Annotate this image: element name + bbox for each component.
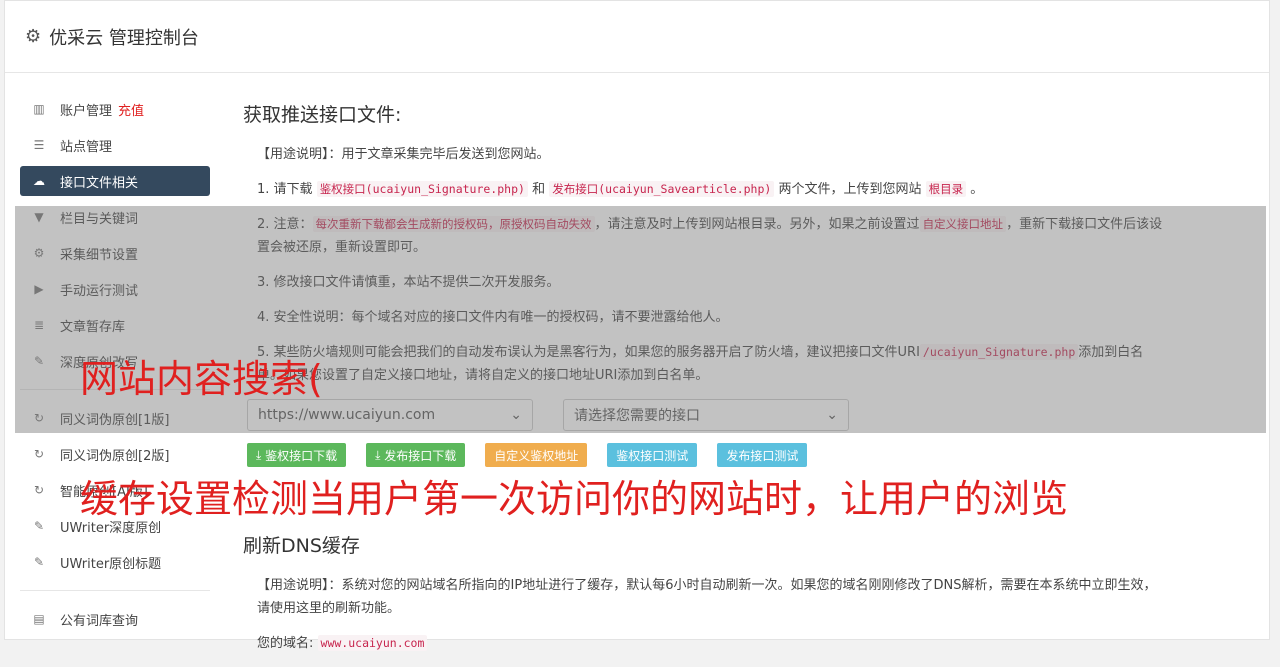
- domain-value: www.ucaiyun.com: [317, 635, 428, 651]
- section-title-dns: 刷新DNS缓存: [243, 535, 360, 557]
- download-sig-button[interactable]: ⤓ 鉴权接口下载: [247, 443, 347, 467]
- domain-label: 您的域名:: [257, 636, 314, 651]
- custom-sig-url-button[interactable]: 自定义鉴权地址: [485, 443, 588, 467]
- overlay-text-line-1: 网站内容搜索(: [80, 357, 323, 401]
- sidebar-item-label: 账户管理: [60, 103, 113, 119]
- dns-usage-note: 【用途说明】：系统对您的网站域名所指向的IP地址进行了缓存，默认每6小时自动刷新…: [257, 574, 1163, 620]
- api-select[interactable]: 请选择您需要的接口 ⌄: [563, 399, 849, 431]
- sidebar-item-label: 手动运行测试: [60, 283, 139, 299]
- button-label: 发布接口下载: [384, 448, 457, 463]
- bar-chart-icon: ▥: [33, 102, 45, 116]
- button-label: 鉴权接口测试: [616, 448, 689, 463]
- download-icon: ⤓: [375, 447, 385, 462]
- top-bar: ⚙ 优采云 管理控制台: [5, 1, 1269, 73]
- code-warning: 每次重新下载都会生成新的授权码，原授权码自动失效: [312, 216, 595, 232]
- sidebar-item-collect-settings[interactable]: ⚙ 采集细节设置: [20, 238, 210, 268]
- edit-icon: ✎: [33, 354, 45, 368]
- sidebar-item-article-store[interactable]: ≣ 文章暂存库: [20, 310, 210, 340]
- step-text: 和: [532, 182, 546, 197]
- sidebar-item-synonym-v1[interactable]: ↻ 同义词伪原创[1版]: [20, 403, 210, 433]
- page-title: 优采云 管理控制台: [49, 27, 199, 49]
- refresh-icon: ↻: [33, 483, 45, 497]
- gear-icon: ⚙: [25, 26, 42, 47]
- cogs-icon: ⚙: [33, 246, 45, 260]
- step-text: 两个文件，上传到您网站: [778, 182, 922, 197]
- test-sig-button[interactable]: 鉴权接口测试: [607, 443, 698, 467]
- cloud-download-icon: ☁: [33, 174, 45, 188]
- sidebar-item-uwriter-title[interactable]: ✎ UWriter原创标题: [20, 547, 210, 577]
- edit-icon: ✎: [33, 555, 45, 569]
- chevron-down-icon: ⌄: [510, 407, 522, 423]
- book-icon: ▤: [33, 612, 45, 626]
- step-text: ，请注意及时上传到网站根目录。另外，如果之前设置过: [594, 217, 920, 232]
- sidebar-item-label: 公有词库查询: [60, 613, 139, 629]
- code-root-dir: 根目录: [925, 181, 967, 197]
- code-custom-url: 自定义接口地址: [919, 216, 1007, 232]
- site-select-value: https://www.ucaiyun.com: [258, 407, 436, 423]
- sidebar-item-label: 同义词伪原创[1版]: [60, 412, 170, 428]
- edit-icon: ✎: [33, 519, 45, 533]
- usage-text: ：系统对您的网站域名所指向的IP地址进行了缓存，默认每6小时自动刷新一次。如果您…: [257, 578, 1157, 616]
- download-pub-button[interactable]: ⤓ 发布接口下载: [366, 443, 466, 467]
- domain-line: 您的域名: www.ucaiyun.com: [257, 632, 1163, 655]
- filter-icon: ▼: [34, 210, 44, 224]
- section-title-api-files: 获取推送接口文件:: [243, 104, 402, 126]
- recharge-link[interactable]: 充值: [118, 100, 144, 119]
- refresh-icon: ↻: [33, 411, 45, 425]
- action-buttons: ⤓ 鉴权接口下载 ⤓ 发布接口下载 自定义鉴权地址 鉴权接口测试 发布接口测试: [247, 443, 1163, 467]
- sidebar-item-label: UWriter原创标题: [60, 556, 162, 572]
- test-pub-button[interactable]: 发布接口测试: [717, 443, 808, 467]
- main-content: 获取推送接口文件: 【用途说明】：用于文章采集完毕后发送到您网站。 1. 请下载…: [243, 100, 1163, 667]
- sidebar-item-label: 文章暂存库: [60, 319, 126, 335]
- button-label: 鉴权接口下载: [265, 448, 338, 463]
- chevron-down-icon: ⌄: [826, 407, 838, 423]
- sidebar-item-label: 站点管理: [60, 139, 113, 155]
- usage-text: ：用于文章采集完毕后发送到您网站。: [328, 147, 550, 162]
- code-pub-file: 发布接口(ucaiyun_Savearticle.php): [549, 181, 775, 197]
- sidebar-item-account[interactable]: ▥ 账户管理 充值: [20, 94, 210, 124]
- usage-note: 【用途说明】：用于文章采集完毕后发送到您网站。: [257, 143, 1163, 166]
- database-icon: ≣: [33, 318, 45, 332]
- code-sig-file: 鉴权接口(ucaiyun_Signature.php): [316, 181, 528, 197]
- sidebar-item-columns-keywords[interactable]: ▼ 栏目与关键词: [20, 202, 210, 232]
- step-5: 5. 某些防火墙规则可能会把我们的自动发布误认为是黑客行为，如果您的服务器开启了…: [257, 341, 1163, 387]
- usage-label: 【用途说明】: [257, 578, 329, 593]
- sidebar-item-api-files[interactable]: ☁ 接口文件相关: [20, 166, 210, 196]
- server-icon: ☰: [33, 138, 45, 152]
- sidebar-divider: [20, 590, 210, 591]
- sidebar-item-label: 栏目与关键词: [60, 211, 139, 227]
- code-uri: /ucaiyun_Signature.php: [919, 344, 1079, 360]
- api-select-value: 请选择您需要的接口: [574, 408, 700, 424]
- download-icon: ⤓: [256, 447, 266, 462]
- sidebar-item-label: 同义词伪原创[2版]: [60, 448, 170, 464]
- step-3: 3. 修改接口文件请慎重，本站不提供二次开发服务。: [257, 275, 560, 290]
- step-4: 4. 安全性说明：每个域名对应的接口文件内有唯一的授权码，请不要泄露给他人。: [257, 310, 729, 325]
- play-circle-icon: ▶: [34, 282, 44, 296]
- step-text: 1. 请下载: [257, 182, 313, 197]
- sidebar-item-manual-run[interactable]: ▶ 手动运行测试: [20, 274, 210, 304]
- step-text: 5. 某些防火墙规则可能会把我们的自动发布误认为是黑客行为，如果您的服务器开启了…: [257, 345, 920, 360]
- refresh-icon: ↻: [33, 447, 45, 461]
- overlay-text-line-2: 缓存设置检测当用户第一次访问你的网站时，让用户的浏览: [80, 477, 1069, 521]
- sidebar-item-public-lexicon[interactable]: ▤ 公有词库查询: [20, 604, 210, 634]
- site-select[interactable]: https://www.ucaiyun.com ⌄: [247, 399, 533, 431]
- step-text: 2. 注意：: [257, 217, 313, 232]
- sidebar-item-label: 采集细节设置: [60, 247, 139, 263]
- button-label: 发布接口测试: [726, 448, 799, 463]
- select-row: https://www.ucaiyun.com ⌄ 请选择您需要的接口 ⌄: [247, 399, 1163, 431]
- sidebar-item-synonym-v2[interactable]: ↻ 同义词伪原创[2版]: [20, 439, 210, 469]
- sidebar-item-label: 接口文件相关: [60, 175, 139, 191]
- button-label: 自定义鉴权地址: [494, 448, 579, 463]
- step-1: 1. 请下载 鉴权接口(ucaiyun_Signature.php) 和 发布接…: [257, 178, 1163, 201]
- step-text: 。: [970, 182, 984, 197]
- usage-label: 【用途说明】: [257, 147, 329, 162]
- sidebar-item-sites[interactable]: ☰ 站点管理: [20, 130, 210, 160]
- step-2: 2. 注意： 每次重新下载都会生成新的授权码，原授权码自动失效 ，请注意及时上传到网…: [257, 213, 1163, 259]
